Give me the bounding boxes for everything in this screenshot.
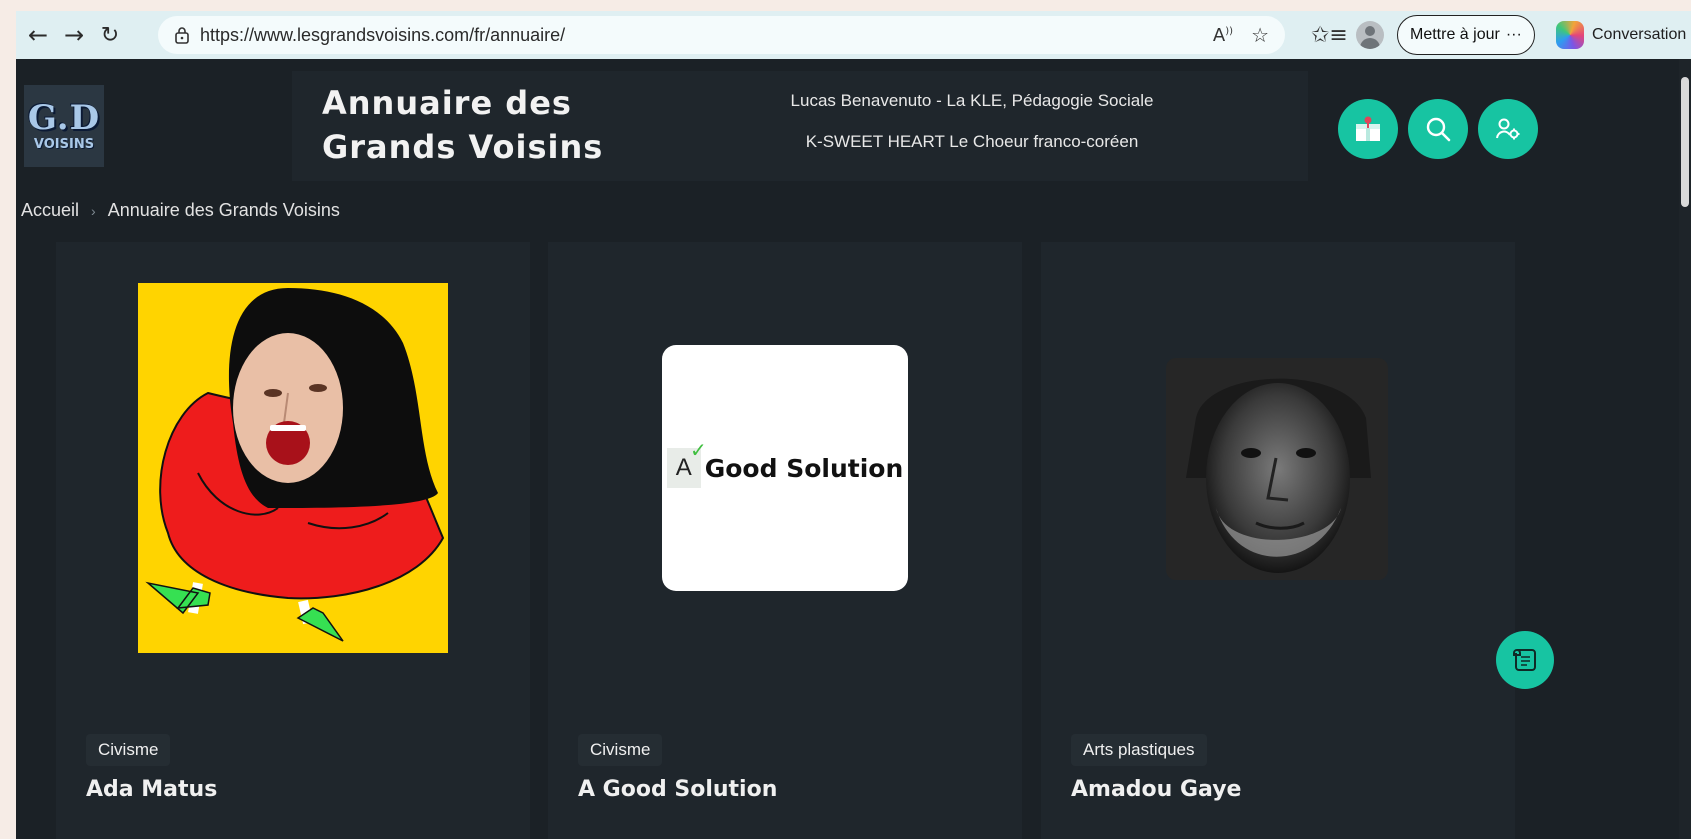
ticker-item[interactable]: K-SWEET HEART Le Choeur franco-coréen: [772, 132, 1172, 152]
favorites-icon[interactable]: ✩≡: [1311, 23, 1348, 48]
arrow-right-icon: →: [63, 21, 85, 49]
profile-avatar[interactable]: [1356, 21, 1384, 49]
site-logo[interactable]: G.D VOISINS: [24, 85, 104, 167]
scroll-icon: [1513, 649, 1536, 671]
category-tag[interactable]: Civisme: [86, 734, 171, 766]
logo-letter: A ✓: [666, 438, 707, 488]
scroll-button[interactable]: [1496, 631, 1554, 689]
account-settings-icon: [1496, 118, 1520, 140]
arrow-left-icon: ←: [27, 21, 49, 49]
refresh-icon: ↻: [100, 22, 120, 48]
breadcrumb-current: Annuaire des Grands Voisins: [107, 200, 340, 220]
logo-subtext: VOISINS: [33, 136, 95, 152]
lock-icon: [172, 25, 192, 45]
chevron-right-icon: ›: [91, 202, 96, 219]
copilot-icon: [1556, 21, 1584, 49]
card-title[interactable]: Amadou Gaye: [1071, 777, 1241, 802]
read-aloud-icon[interactable]: A)): [1213, 25, 1233, 46]
address-bar[interactable]: https://www.lesgrandsvoisins.com/fr/annu…: [158, 16, 1285, 54]
browser-toolbar: ← → ↻ https://www.lesgrandsvoisins.com/f…: [16, 11, 1691, 59]
search-icon: [1426, 117, 1451, 142]
card-title[interactable]: A Good Solution: [578, 777, 777, 802]
directory-card[interactable]: Arts plastiques Amadou Gaye: [1041, 242, 1515, 839]
copilot-label: Conversation: [1592, 26, 1687, 43]
category-tag[interactable]: Arts plastiques: [1071, 734, 1207, 766]
update-button-label: Mettre à jour: [1410, 26, 1500, 43]
back-button[interactable]: ←: [20, 17, 56, 53]
url-text: https://www.lesgrandsvoisins.com/fr/annu…: [200, 24, 566, 45]
card-image: [138, 283, 448, 653]
site-header: G.D VOISINS Annuaire des Grands Voisins …: [16, 59, 1691, 191]
search-button[interactable]: [1408, 99, 1468, 159]
refresh-button[interactable]: ↻: [92, 17, 128, 53]
directory-card[interactable]: Civisme Ada Matus: [56, 242, 530, 839]
update-button[interactable]: Mettre à jour ···: [1397, 15, 1535, 55]
logo-mark: G.D: [27, 97, 101, 138]
shop-button[interactable]: [1338, 99, 1398, 159]
card-title[interactable]: Ada Matus: [86, 777, 217, 802]
more-icon: ···: [1505, 26, 1522, 43]
copilot-button[interactable]: Conversation: [1556, 17, 1686, 53]
news-ticker: Lucas Benavenuto - La KLE, Pédagogie Soc…: [772, 91, 1172, 173]
directory-card[interactable]: A ✓ Good Solution Civisme A Good Solutio…: [548, 242, 1022, 839]
card-image: [1166, 358, 1388, 580]
checkmark-icon: ✓: [689, 438, 707, 462]
page-title: Annuaire des Grands Voisins: [322, 84, 604, 166]
breadcrumb: Accueil › Annuaire des Grands Voisins: [21, 200, 340, 221]
account-button[interactable]: [1478, 99, 1538, 159]
scrollbar[interactable]: [1679, 59, 1691, 839]
scrollbar-thumb[interactable]: [1681, 77, 1689, 207]
breadcrumb-home[interactable]: Accueil: [21, 200, 79, 221]
browser-window: ← → ↻ https://www.lesgrandsvoisins.com/f…: [16, 11, 1691, 839]
star-icon[interactable]: ☆: [1251, 23, 1269, 47]
logo-text: Good Solution: [704, 453, 904, 483]
shop-icon: [1356, 116, 1380, 141]
title-panel: Annuaire des Grands Voisins Lucas Benave…: [292, 71, 1308, 181]
ticker-item[interactable]: Lucas Benavenuto - La KLE, Pédagogie Soc…: [772, 91, 1172, 111]
category-tag[interactable]: Civisme: [578, 734, 663, 766]
forward-button[interactable]: →: [56, 17, 92, 53]
card-image: A ✓ Good Solution: [662, 345, 908, 591]
